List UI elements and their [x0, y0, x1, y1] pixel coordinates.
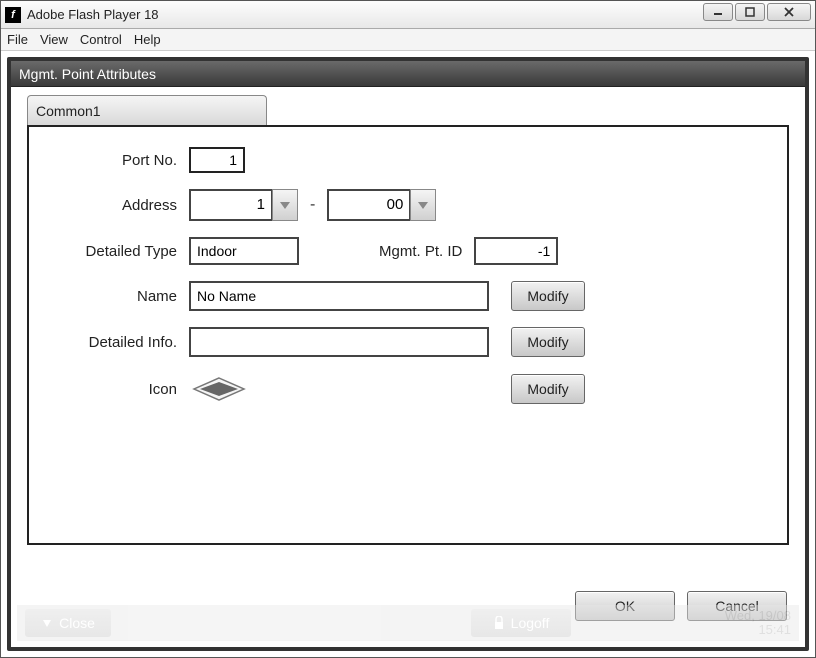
mgmt-id-value: -1: [474, 237, 558, 265]
logoff-button[interactable]: Logoff: [471, 609, 571, 637]
address-a-stepper[interactable]: [272, 189, 298, 221]
tab-common1[interactable]: Common1: [27, 95, 267, 125]
window-title: Adobe Flash Player 18: [27, 7, 159, 22]
form-panel: Port No. 1 Address 1 - 00 Detail: [27, 125, 789, 545]
modify-icon-button[interactable]: Modify: [511, 374, 585, 404]
modify-info-button[interactable]: Modify: [511, 327, 585, 357]
modify-name-button[interactable]: Modify: [511, 281, 585, 311]
titlebar: f Adobe Flash Player 18: [1, 1, 815, 29]
lock-icon: [493, 616, 505, 630]
down-arrow-icon: [41, 617, 53, 629]
close-icon: [783, 7, 795, 17]
label-mgmt-id: Mgmt. Pt. ID: [379, 243, 462, 260]
window-controls: [701, 3, 811, 21]
indoor-unit-icon: [190, 374, 248, 404]
info-value: [189, 327, 489, 357]
menu-view[interactable]: View: [40, 32, 68, 47]
label-name: Name: [49, 288, 189, 305]
address-a-value: 1: [189, 189, 273, 221]
close-window-button[interactable]: [767, 3, 811, 21]
logoff-label: Logoff: [511, 615, 550, 631]
row-icon: Icon Modify: [49, 373, 767, 405]
status-bar: Close Logoff Wed, 19/08 15:41: [17, 605, 799, 641]
status-date: Wed, 19/08: [725, 609, 791, 623]
address-dash: -: [310, 196, 315, 214]
minimize-icon: [713, 7, 723, 17]
maximize-icon: [745, 7, 755, 17]
label-port: Port No.: [49, 152, 189, 169]
app-content: Mgmt. Point Attributes Common1 Port No. …: [7, 57, 809, 651]
row-name: Name No Name Modify: [49, 281, 767, 311]
minimize-button[interactable]: [703, 3, 733, 21]
label-info: Detailed Info.: [49, 334, 189, 351]
address-b-stepper[interactable]: [410, 189, 436, 221]
tabs-row: Common1: [27, 95, 805, 125]
address-b-value: 00: [327, 189, 411, 221]
label-address: Address: [49, 197, 189, 214]
chevron-down-icon: [417, 200, 429, 210]
chevron-down-icon: [279, 200, 291, 210]
menubar: File View Control Help: [1, 29, 815, 51]
menu-control[interactable]: Control: [80, 32, 122, 47]
close-label: Close: [59, 615, 95, 631]
app-window: f Adobe Flash Player 18 File View Contro…: [0, 0, 816, 658]
outer-frame: Mgmt. Point Attributes Common1 Port No. …: [1, 51, 815, 657]
panel-header: Mgmt. Point Attributes: [11, 61, 805, 87]
status-time: 15:41: [725, 623, 791, 637]
type-value: Indoor: [189, 237, 299, 265]
label-type: Detailed Type: [49, 243, 189, 260]
row-type: Detailed Type Indoor Mgmt. Pt. ID -1: [49, 237, 767, 265]
menu-file[interactable]: File: [7, 32, 28, 47]
row-port: Port No. 1: [49, 147, 767, 173]
label-icon: Icon: [49, 381, 189, 398]
name-value: No Name: [189, 281, 489, 311]
maximize-button[interactable]: [735, 3, 765, 21]
close-button[interactable]: Close: [25, 609, 111, 637]
port-value: 1: [189, 147, 245, 173]
menu-help[interactable]: Help: [134, 32, 161, 47]
flash-app-icon: f: [5, 7, 21, 23]
row-info: Detailed Info. Modify: [49, 327, 767, 357]
status-datetime: Wed, 19/08 15:41: [725, 609, 791, 637]
unit-icon: [189, 373, 249, 405]
row-address: Address 1 - 00: [49, 189, 767, 221]
